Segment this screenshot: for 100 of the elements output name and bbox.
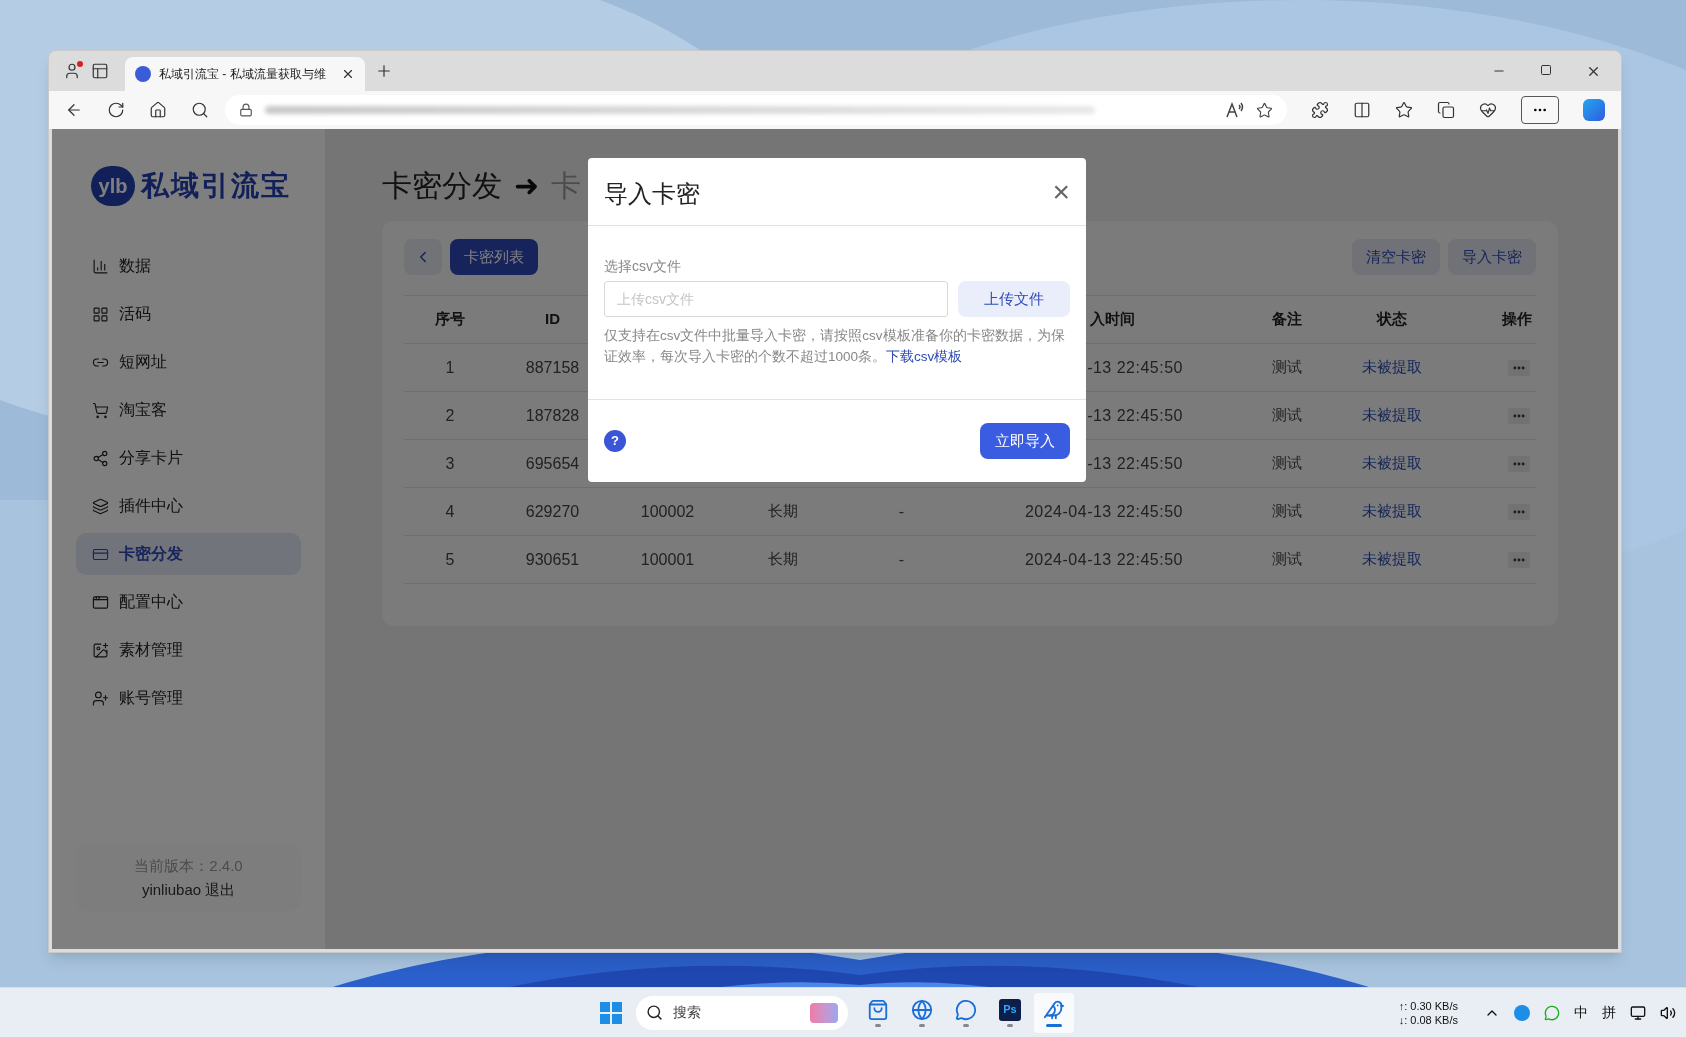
table-cell-text: 100001: [640, 549, 695, 570]
download-speed: ↓: 0.08 KB/s: [1398, 1012, 1458, 1027]
table-cell-text: 长期: [767, 501, 798, 522]
status-link[interactable]: 未被提取: [1361, 548, 1422, 571]
extensions-icon[interactable]: [1311, 101, 1329, 119]
column-header: 序号: [435, 309, 465, 330]
read-aloud-icon[interactable]: [1226, 102, 1244, 118]
sidebar-item[interactable]: 活码: [76, 293, 301, 335]
network-icon[interactable]: [1630, 1004, 1646, 1021]
sidebar-item[interactable]: 数据: [76, 245, 301, 287]
menu-icon: [92, 689, 109, 707]
sidebar-item[interactable]: 素材管理: [76, 629, 301, 671]
collections-icon[interactable]: [1437, 101, 1455, 119]
logo-text: 私域引流宝: [141, 168, 291, 204]
table-cell-text: 187828: [525, 405, 580, 426]
logout-link[interactable]: 退出: [205, 879, 236, 902]
status-link[interactable]: 未被提取: [1361, 356, 1422, 379]
more-actions-button[interactable]: [1508, 455, 1530, 472]
taskbar-search-field[interactable]: 搜索: [636, 995, 848, 1030]
submit-button[interactable]: 立即导入: [980, 423, 1070, 459]
refresh-icon[interactable]: [107, 101, 125, 119]
username: yinliubao: [141, 880, 202, 900]
menu-icon: [92, 305, 109, 323]
table-cell-text: 629270: [525, 501, 580, 522]
favorite-star-icon[interactable]: [1256, 101, 1273, 119]
sidebar-item[interactable]: 卡密分发: [76, 533, 301, 575]
app-tray-icon[interactable]: [1514, 1004, 1530, 1021]
table-cell-text: 测试: [1271, 357, 1302, 378]
table-cell-text: 887158: [525, 357, 580, 378]
taskbar-app[interactable]: Ps: [990, 992, 1030, 1033]
tab-actions-icon[interactable]: [91, 62, 109, 80]
more-actions-button[interactable]: [1508, 503, 1530, 520]
new-tab-icon[interactable]: [375, 62, 393, 80]
clear-button[interactable]: 清空卡密: [1352, 239, 1440, 275]
menu-icon: [92, 401, 109, 419]
menu-icon: [92, 497, 109, 515]
close-button[interactable]: ×: [1052, 176, 1070, 207]
list-button[interactable]: 卡密列表: [450, 239, 538, 275]
home-icon[interactable]: [149, 101, 167, 119]
app-icon: [867, 998, 889, 1021]
search-icon[interactable]: [191, 101, 209, 119]
sidebar-item[interactable]: 短网址: [76, 341, 301, 383]
running-indicator-icon: [875, 1023, 881, 1027]
app-icon: [955, 998, 977, 1021]
sidebar-item[interactable]: 淘宝客: [76, 389, 301, 431]
running-indicator-icon: [1007, 1023, 1013, 1027]
ime-mode[interactable]: 中: [1574, 1002, 1588, 1023]
table-cell-text: 长期: [767, 549, 798, 570]
menu-icon: [92, 593, 109, 611]
import-button[interactable]: 导入卡密: [1448, 239, 1536, 275]
more-actions-button[interactable]: [1508, 359, 1530, 376]
blurred-url-icon: [265, 106, 1095, 114]
download-template-link[interactable]: 下载csv模板: [886, 349, 963, 364]
running-indicator-icon: [963, 1023, 969, 1027]
app-icon: [911, 998, 933, 1021]
table-cell-text: 3: [445, 453, 455, 474]
table-cell-text: 1: [445, 357, 455, 378]
help-text: 仅支持在csv文件中批量导入卡密，请按照csv模板准备你的卡密数据，为保证效率，每次导入卡密的个数不超过1000条。下载csv模板: [604, 327, 1066, 366]
sidebar-item[interactable]: 账号管理: [76, 677, 301, 719]
status-link[interactable]: 未被提取: [1361, 452, 1422, 475]
more-button[interactable]: [1521, 96, 1559, 124]
sidebar-item[interactable]: 分享卡片: [76, 437, 301, 479]
search-icon: [646, 1004, 663, 1021]
status-link[interactable]: 未被提取: [1361, 500, 1422, 523]
menu-icon: [92, 641, 109, 659]
heart-pulse-icon[interactable]: [1479, 101, 1497, 119]
table-cell-text: 2: [445, 405, 455, 426]
back-icon[interactable]: [65, 101, 83, 119]
more-actions-button[interactable]: [1508, 551, 1530, 568]
field-label: 选择csv文件: [604, 257, 682, 276]
upload-button[interactable]: 上传文件: [958, 281, 1070, 317]
start-icon[interactable]: [600, 1001, 622, 1024]
column-header: 操作: [1502, 309, 1533, 330]
sidebar-item[interactable]: 配置中心: [76, 581, 301, 623]
running-indicator-icon: [919, 1023, 925, 1027]
maximize-icon[interactable]: [1540, 63, 1552, 76]
sidebar-item[interactable]: 插件中心: [76, 485, 301, 527]
chat-tray-icon[interactable]: [1544, 1004, 1560, 1021]
app-logo: Ps: [999, 998, 1021, 1021]
table-cell-text: 4: [445, 501, 455, 522]
favorites-icon[interactable]: [1395, 101, 1413, 119]
table-cell-text: 测试: [1271, 501, 1302, 522]
more-actions-button[interactable]: [1508, 407, 1530, 424]
browser-tab[interactable]: 私域引流宝 - 私域流量获取与维: [125, 57, 365, 91]
table-cell-text: 930651: [525, 549, 580, 570]
ime-indicator[interactable]: 拼: [1602, 1002, 1616, 1023]
profile-icon[interactable]: [63, 62, 81, 80]
help-icon[interactable]: ?: [604, 430, 626, 452]
volume-icon[interactable]: [1660, 1004, 1676, 1021]
table-cell-text: -: [898, 549, 905, 570]
running-indicator-icon: [1046, 1023, 1062, 1027]
lock-icon: [239, 103, 253, 117]
table-cell-text: -13 22:45:50: [1087, 357, 1184, 378]
status-link[interactable]: 未被提取: [1361, 404, 1422, 427]
taskbar-app[interactable]: [1034, 992, 1074, 1033]
table-cell-text: 2024-04-13 22:45:50: [1024, 549, 1184, 570]
split-screen-icon[interactable]: [1353, 101, 1371, 119]
close-tab-icon[interactable]: [341, 67, 355, 81]
menu-icon: [92, 257, 109, 275]
table-cell-text: 100002: [640, 501, 695, 522]
